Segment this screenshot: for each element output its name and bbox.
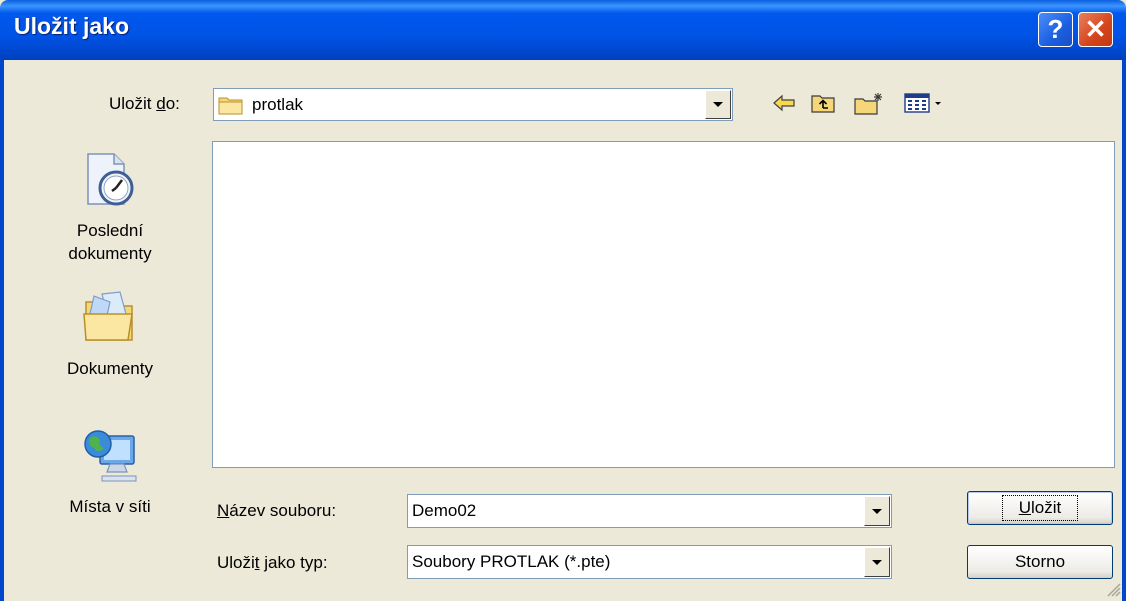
- window-border-left: [0, 60, 4, 601]
- file-name-dropdown-arrow[interactable]: [864, 496, 890, 526]
- save-button-label: Uložit: [1001, 495, 1079, 521]
- help-button[interactable]: ?: [1038, 12, 1073, 47]
- places-recent-documents[interactable]: Poslední dokumenty: [40, 150, 180, 265]
- back-button[interactable]: [768, 88, 800, 118]
- file-type-label: Uložit jako typ:: [217, 553, 328, 572]
- recent-documents-label: Poslední: [76, 221, 144, 240]
- documents-label: Dokumenty: [67, 359, 153, 378]
- file-type-dropdown[interactable]: Soubory PROTLAK (*.pte): [407, 545, 892, 579]
- up-folder-icon: [811, 95, 835, 113]
- help-icon: ?: [1047, 14, 1064, 44]
- back-arrow-icon: [773, 94, 795, 112]
- save-button[interactable]: Uložit: [967, 491, 1113, 525]
- save-in-value: protlak: [218, 89, 303, 120]
- new-folder-button[interactable]: [850, 88, 888, 118]
- file-name-input[interactable]: Demo02: [407, 494, 892, 528]
- recent-documents-icon: [87, 153, 134, 206]
- cancel-button[interactable]: Storno: [967, 545, 1113, 579]
- view-menu-button[interactable]: [902, 88, 950, 118]
- view-menu-icon: [904, 93, 941, 113]
- window-border-right: [1122, 60, 1126, 601]
- recent-documents-label-2: dokumenty: [68, 244, 152, 263]
- file-type-dropdown-arrow[interactable]: [864, 547, 890, 577]
- file-name-label: Název souboru:: [217, 501, 337, 520]
- documents-folder-icon: [83, 291, 133, 341]
- network-places-icon: [84, 430, 137, 482]
- network-places-label: Místa v síti: [69, 497, 151, 516]
- close-button[interactable]: ✕: [1078, 12, 1113, 47]
- title-bar[interactable]: Uložit jako ? ✕: [0, 0, 1126, 60]
- save-in-dropdown-arrow[interactable]: [705, 90, 731, 119]
- file-name-value[interactable]: Demo02: [412, 495, 476, 527]
- up-folder-button[interactable]: [806, 88, 840, 118]
- close-icon: ✕: [1084, 14, 1107, 44]
- file-list[interactable]: [212, 141, 1115, 468]
- folder-icon: [218, 97, 243, 114]
- save-in-label: Uložit do:: [109, 94, 180, 113]
- save-in-dropdown[interactable]: protlak: [213, 88, 733, 121]
- resize-grip-icon[interactable]: [1104, 580, 1122, 598]
- places-documents[interactable]: Dokumenty: [40, 288, 180, 380]
- new-folder-icon: [854, 93, 882, 115]
- window-title: Uložit jako: [14, 13, 130, 39]
- places-network[interactable]: Místa v síti: [40, 426, 180, 518]
- file-type-value: Soubory PROTLAK (*.pte): [412, 552, 611, 571]
